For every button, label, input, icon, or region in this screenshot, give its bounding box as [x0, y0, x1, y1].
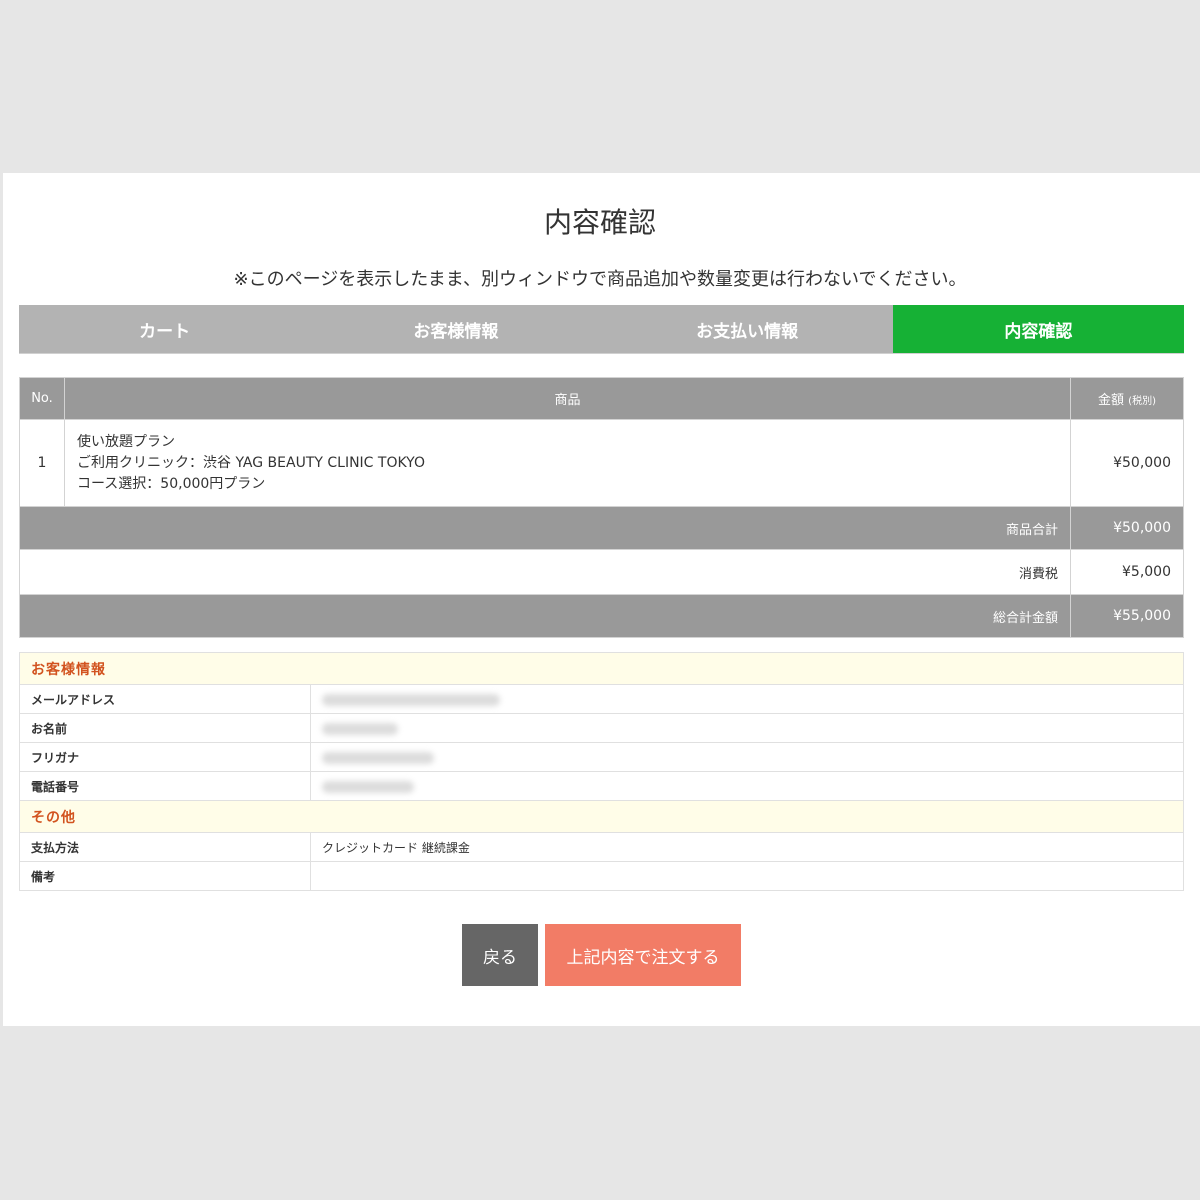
- phone-row: 電話番号: [19, 771, 1184, 801]
- payment-row: 支払方法 クレジットカード 継続課金: [19, 832, 1184, 862]
- tax-label: 消費税: [19, 549, 1071, 595]
- subtotal-row: 商品合計 ¥50,000: [19, 506, 1184, 550]
- total-value: ¥55,000: [1070, 594, 1184, 638]
- redacted-phone: [322, 780, 414, 793]
- submit-order-button[interactable]: 上記内容で注文する: [545, 924, 741, 986]
- subtotal-value: ¥50,000: [1070, 506, 1184, 550]
- tax-value: ¥5,000: [1070, 549, 1184, 595]
- redacted-kana: [322, 751, 434, 764]
- item-course: コース選択：50,000円プラン: [77, 475, 266, 492]
- phone-value: [310, 771, 1184, 801]
- payment-value: クレジットカード 継続課金: [310, 832, 1184, 862]
- name-value: [310, 713, 1184, 743]
- total-label: 総合計金額: [19, 594, 1071, 638]
- back-button[interactable]: 戻る: [462, 924, 538, 986]
- header-item: 商品: [64, 377, 1071, 420]
- order-table: No. 商品 金額 (税別) 1 使い放題プラン ご利用クリニック：渋谷 YAG…: [19, 377, 1184, 638]
- item-name: 使い放題プラン: [77, 433, 175, 450]
- name-label: お名前: [19, 713, 311, 743]
- kana-label: フリガナ: [19, 742, 311, 772]
- kana-row: フリガナ: [19, 742, 1184, 772]
- step-customer-info: お客様情報: [310, 305, 602, 353]
- table-row: 1 使い放題プラン ご利用クリニック：渋谷 YAG BEAUTY CLINIC …: [19, 419, 1184, 507]
- item-description: 使い放題プラン ご利用クリニック：渋谷 YAG BEAUTY CLINIC TO…: [64, 419, 1071, 507]
- customer-info-table: お客様情報 メールアドレス お名前 フリガナ 電話番号 その他 支払方法 クレジ…: [19, 652, 1184, 891]
- subtotal-label: 商品合計: [19, 506, 1071, 550]
- header-no: No.: [19, 377, 65, 420]
- name-row: お名前: [19, 713, 1184, 743]
- item-no: 1: [19, 419, 65, 507]
- customer-section-row: お客様情報: [19, 652, 1184, 685]
- item-amount: ¥50,000: [1070, 419, 1184, 507]
- email-label: メールアドレス: [19, 684, 311, 714]
- other-section-title: その他: [19, 800, 1184, 833]
- payment-label: 支払方法: [19, 832, 311, 862]
- header-amount-label: 金額: [1098, 393, 1125, 408]
- customer-section-title: お客様情報: [19, 652, 1184, 685]
- total-row: 総合計金額 ¥55,000: [19, 594, 1184, 638]
- step-confirm: 内容確認: [892, 305, 1184, 353]
- redacted-name: [322, 722, 398, 735]
- phone-label: 電話番号: [19, 771, 311, 801]
- kana-value: [310, 742, 1184, 772]
- email-row: メールアドレス: [19, 684, 1184, 714]
- header-amount-note: (税別): [1128, 396, 1156, 407]
- item-clinic: ご利用クリニック：渋谷 YAG BEAUTY CLINIC TOKYO: [77, 454, 425, 471]
- redacted-email: [322, 693, 500, 706]
- page-notice: ※このページを表示したまま、別ウィンドウで商品追加や数量変更は行わないでください…: [233, 269, 967, 290]
- notes-label: 備考: [19, 861, 311, 891]
- step-payment-info: お支払い情報: [601, 305, 893, 353]
- step-cart: カート: [19, 305, 311, 353]
- notes-value: [310, 861, 1184, 891]
- page-title: 内容確認: [543, 206, 656, 239]
- checkout-steps: カート お客様情報 お支払い情報 内容確認: [19, 305, 1184, 353]
- email-value: [310, 684, 1184, 714]
- header-amount: 金額 (税別): [1070, 377, 1184, 420]
- other-section-row: その他: [19, 800, 1184, 833]
- order-header-row: No. 商品 金額 (税別): [19, 377, 1184, 420]
- tax-row: 消費税 ¥5,000: [19, 549, 1184, 595]
- notes-row: 備考: [19, 861, 1184, 891]
